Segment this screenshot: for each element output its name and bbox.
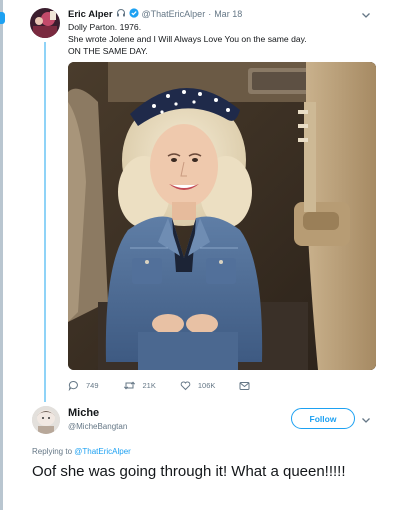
follow-button[interactable]: Follow: [291, 408, 355, 429]
replying-to: Replying to @ThatEricAlper: [32, 447, 131, 456]
replying-to-mention[interactable]: @ThatEricAlper: [74, 447, 131, 456]
reply-author-handle[interactable]: @MicheBangtan: [68, 422, 127, 431]
avatar-image: [32, 406, 60, 434]
reply-tweet[interactable]: Miche @MicheBangtan Follow Replying to @…: [0, 400, 400, 510]
chevron-down-icon[interactable]: [360, 8, 372, 20]
reply-text: Oof she was going through it! What a que…: [32, 463, 346, 480]
reply-icon: [68, 380, 78, 391]
thread-connector-line: [44, 42, 46, 402]
like-count: 106K: [197, 381, 216, 390]
retweet-icon: [123, 381, 135, 390]
tweet-date[interactable]: Mar 18: [214, 9, 242, 19]
tweet-text-line: Dolly Parton. 1976.: [68, 22, 142, 32]
avatar[interactable]: [30, 8, 60, 38]
tweet-photo[interactable]: [68, 62, 376, 370]
replying-to-label: Replying to: [32, 447, 73, 456]
tweet-text: Dolly Parton. 1976. She wrote Jolene and…: [68, 21, 378, 57]
tweet-header: Eric Alper @ThatEricAlper · Mar 18: [68, 8, 242, 20]
retweet-action[interactable]: 21K: [123, 380, 156, 391]
photo-woman-in-car: [68, 62, 376, 370]
headphones-icon: [116, 8, 126, 20]
chevron-down-icon[interactable]: [360, 413, 372, 425]
like-action[interactable]: 106K: [180, 380, 216, 391]
author-name[interactable]: Eric Alper: [68, 9, 113, 20]
separator-dot: ·: [208, 9, 212, 19]
author-handle[interactable]: @ThatEricAlper: [142, 9, 206, 19]
original-tweet[interactable]: Eric Alper @ThatEricAlper · Mar 18 Dolly…: [0, 0, 400, 402]
like-icon: [180, 381, 191, 391]
verified-badge-icon: [128, 8, 139, 20]
reply-author-name[interactable]: Miche: [68, 407, 99, 419]
retweet-count: 21K: [142, 381, 156, 390]
tweet-text-line: She wrote Jolene and I Will Always Love …: [68, 34, 307, 44]
reply-count: 749: [86, 381, 99, 390]
tweet-actions: 749 21K 106K: [68, 380, 281, 391]
message-icon: [239, 381, 250, 390]
reply-action[interactable]: 749: [68, 380, 99, 391]
tweet-text-line: ON THE SAME DAY.: [68, 46, 148, 56]
avatar-image: [30, 8, 60, 38]
direct-message-action[interactable]: [239, 381, 257, 391]
avatar[interactable]: [32, 406, 60, 434]
